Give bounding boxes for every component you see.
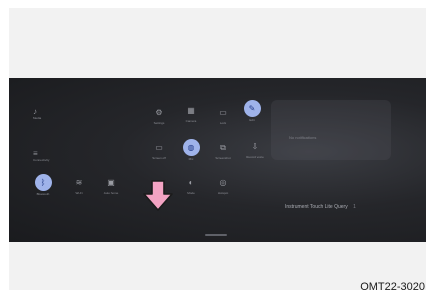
tile-bluetooth[interactable]: ᛒ Bluetooth [33,174,53,196]
tile-camera[interactable]: ▦ Camera [181,104,201,124]
connectivity-icon: ≡ [33,149,38,158]
tile-auto-home-label: Auto home [103,191,119,195]
tile-screenshot[interactable]: ⧉ Screenshot [213,141,233,161]
left-item-connectivity[interactable]: ≡ Connectivity [33,149,50,163]
notification-count: 1 [353,204,356,210]
lock-icon: ▭ [219,108,227,117]
callout-arrow-icon [143,180,173,211]
screen-off-icon: ▭ [155,143,163,152]
camera-icon: ▦ [187,106,195,115]
media-icon: ♪ [33,107,37,116]
tile-mic[interactable]: ◍ Mic [181,139,201,161]
settings-icon: ⚙ [155,108,163,117]
notification-card [271,100,391,160]
tile-mode[interactable]: ◐ Mode [181,176,201,196]
tile-wifi[interactable]: ≋ Wi-Fi [69,176,89,196]
tile-screen-off[interactable]: ▭ Screen off [149,141,169,161]
tile-screen-off-label: Screen off [152,156,166,160]
left-item-media-label: Media [33,116,42,120]
record-icon: ⇩ [251,142,259,151]
quick-settings-screen: ♪ Media ≡ Connectivity ⚙ Settings ▦ Came… [9,78,426,242]
tile-wifi-label: Wi-Fi [75,191,83,195]
tile-hotspot[interactable]: ◎ Hotspot [213,176,233,196]
auto-home-icon: ▣ [107,178,115,187]
mic-icon: ◍ [182,139,200,156]
tile-mode-label: Mode [187,191,195,195]
bluetooth-icon: ᛒ [34,174,52,191]
mode-icon: ◐ [188,178,194,187]
tile-edit-label: Edit [249,118,255,122]
notification-item[interactable]: Instrument Touch Lite Query 1 [285,202,397,212]
tile-screenshot-label: Screenshot [215,156,231,160]
tile-camera-label: Camera [185,119,197,123]
tile-record-label: Record voice [246,155,264,159]
tile-edit[interactable]: ✎ Edit [242,100,262,122]
edit-icon: ✎ [243,100,261,117]
tile-lock[interactable]: ▭ Lock [213,106,233,126]
figure-frame: ♪ Media ≡ Connectivity ⚙ Settings ▦ Came… [9,8,426,290]
screenshot-icon: ⧉ [220,143,226,152]
left-item-media[interactable]: ♪ Media [33,107,42,121]
drag-handle[interactable] [205,234,227,236]
figure-code: OMT22-3020 [360,281,425,293]
notification-empty-text: No notifications [289,135,317,140]
wifi-icon: ≋ [75,178,83,187]
hotspot-icon: ◎ [219,178,227,187]
tile-lock-label: Lock [219,121,227,125]
tile-record[interactable]: ⇩ Record voice [245,140,265,160]
tile-mic-label: Mic [188,157,194,161]
tile-auto-home[interactable]: ▣ Auto home [101,176,121,196]
notification-title: Instrument Touch Lite Query [285,204,348,210]
tile-settings-label: Settings [153,121,165,125]
tile-hotspot-label: Hotspot [217,191,229,195]
tile-bluetooth-label: Bluetooth [36,192,50,196]
left-item-connectivity-label: Connectivity [33,158,50,162]
tile-settings[interactable]: ⚙ Settings [149,106,169,126]
